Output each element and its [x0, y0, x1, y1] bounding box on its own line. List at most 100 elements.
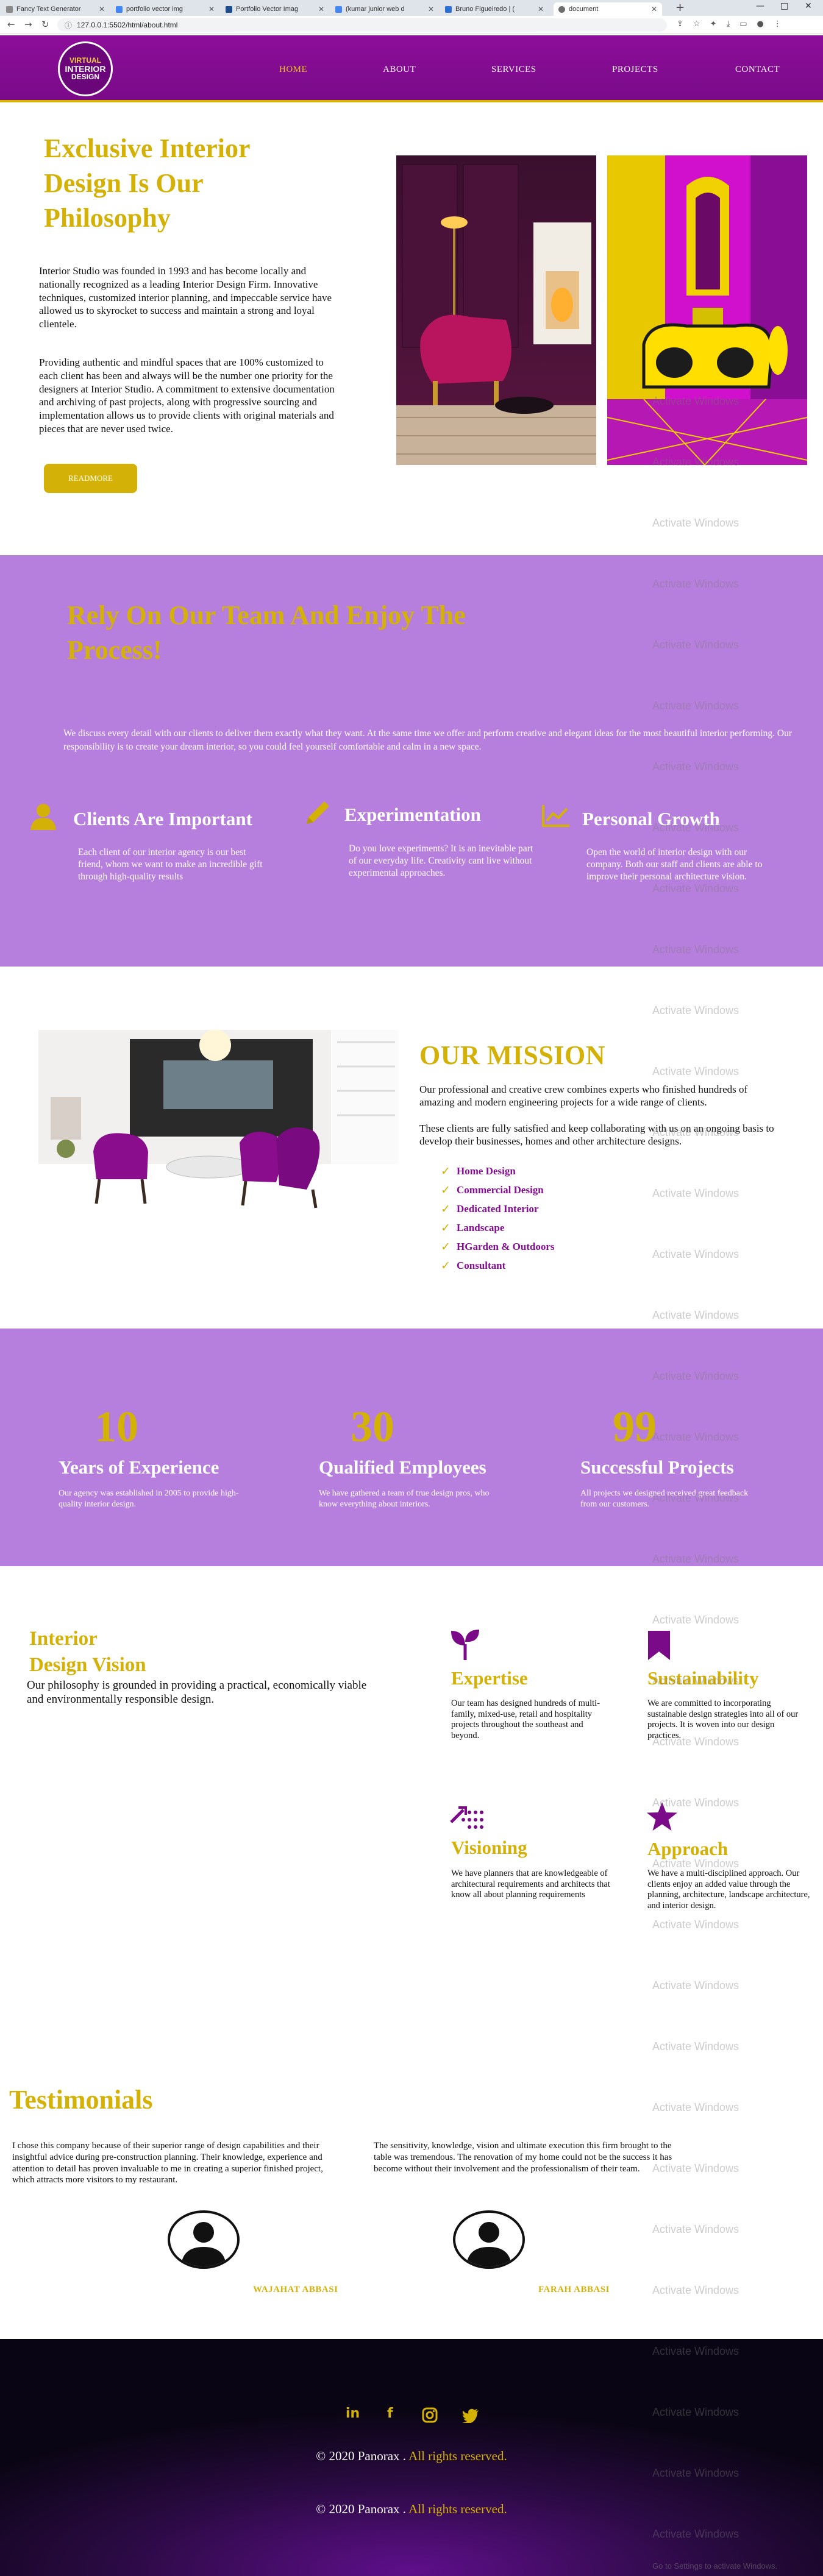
reload-icon[interactable]: ↻ — [41, 19, 49, 30]
stats-section: 10 Years of Experience Our agency was es… — [0, 1329, 823, 1566]
instagram-icon[interactable] — [422, 2407, 438, 2427]
avatar-icon — [168, 2210, 240, 2269]
activate-windows-text: Activate Windows — [652, 2101, 739, 2113]
close-tab-icon[interactable]: ✕ — [208, 5, 215, 13]
close-tab-icon[interactable]: ✕ — [651, 5, 657, 13]
browser-tab-strip: Fancy Text Generator ✕ portfolio vector i… — [0, 0, 823, 16]
feature-title: Clients Are Important — [73, 808, 252, 829]
list-item: ✓ HGarden & Outdoors — [441, 1240, 555, 1254]
nav-home[interactable]: HOME — [279, 65, 307, 75]
stat-text: We have gathered a team of true design p… — [319, 1489, 490, 1509]
google-favicon-icon — [116, 5, 123, 13]
mission-title: OUR MISSION — [419, 1040, 605, 1070]
about-title: Exclusive Interior Design Is Our Philoso… — [44, 133, 250, 233]
service-title: Expertise — [451, 1667, 528, 1689]
nav-services[interactable]: SERVICES — [491, 65, 536, 75]
close-tab-icon[interactable]: ✕ — [318, 5, 324, 13]
close-tab-icon[interactable]: ✕ — [428, 5, 434, 13]
about-paragraph-2: Providing authentic and mindful spaces t… — [39, 357, 335, 435]
activate-windows-text: Activate Windows — [652, 1675, 739, 1687]
process-description: We discuss every detail with our clients… — [63, 728, 793, 752]
activate-windows-settings: Go to Settings to activate Windows. — [652, 2561, 778, 2571]
copyright: © 2020 Panorax . All rights reserved. — [316, 2449, 507, 2463]
browser-tab[interactable]: (kumar junior web d ✕ — [330, 2, 439, 16]
profile-icon[interactable]: ● — [757, 20, 764, 29]
site-header: VIRTUAL INTERIOR DESIGN HOME ABOUT SERVI… — [0, 35, 823, 102]
stat-label: Years of Experience — [59, 1457, 219, 1478]
about-paragraph-1: Interior Studio was founded in 1993 and … — [39, 265, 332, 330]
browser-tab[interactable]: Bruno Figueiredo | (✕ — [440, 2, 549, 16]
process-title: Rely On Our Team And Enjoy The Process! — [67, 600, 466, 665]
favicon-icon — [445, 5, 452, 13]
activate-windows-text: Activate Windows — [652, 1126, 739, 1138]
nav-about[interactable]: ABOUT — [383, 65, 416, 75]
bookmark-icon — [648, 1631, 670, 1663]
check-icon: ✓ — [441, 1164, 451, 1178]
maximize-icon[interactable]: □ — [780, 1, 788, 11]
activate-windows-text: Activate Windows — [652, 1614, 739, 1626]
user-icon — [29, 802, 57, 833]
vision-title: Interior Design Vision — [29, 1628, 146, 1676]
mission-paragraph-1: Our professional and creative crew combi… — [419, 1084, 748, 1108]
close-tab-icon[interactable]: ✕ — [99, 5, 105, 13]
testimonial-text: The sensitivity, knowledge, vision and u… — [374, 2141, 672, 2174]
testimonial-text: I chose this company because of their su… — [12, 2141, 323, 2185]
activate-windows-text: Activate Windows — [652, 1979, 739, 1992]
bookmark-star-icon[interactable]: ☆ — [693, 20, 700, 29]
activate-windows-text: Activate Windows — [652, 1248, 739, 1260]
chart-icon — [541, 804, 571, 831]
pencil-icon — [302, 797, 333, 832]
browser-tab[interactable]: portfolio vector img ✕ — [111, 2, 219, 16]
menu-icon[interactable]: ⋮ — [774, 20, 782, 29]
new-tab-button[interactable]: + — [675, 1, 685, 14]
minimize-icon[interactable]: — — [756, 1, 764, 11]
activate-windows-text: Activate Windows — [652, 2162, 739, 2174]
facebook-icon[interactable]: f — [387, 2406, 393, 2421]
site-logo[interactable]: VIRTUAL INTERIOR DESIGN — [58, 41, 113, 96]
back-arrow-icon[interactable]: ← — [7, 19, 15, 30]
nav-contact[interactable]: CONTACT — [735, 65, 780, 75]
browser-tab-active[interactable]: document ✕ — [554, 2, 662, 16]
mission-list: ✓ Home Design ✓ Commercial Design ✓ Dedicat… — [441, 1162, 555, 1275]
activate-windows-text: Activate Windows — [652, 1492, 739, 1504]
activate-windows-text: Activate Windows — [652, 2223, 739, 2235]
favicon-icon — [6, 5, 13, 13]
feature-title: Experimentation — [344, 804, 481, 825]
service-text: We have planners that are knowledgeable … — [451, 1868, 610, 1900]
activate-windows-text: Activate Windows — [652, 2284, 739, 2296]
readmore-button[interactable]: READMORE — [44, 464, 137, 493]
browser-tab[interactable]: Portfolio Vector Imag ✕ — [221, 2, 329, 16]
stat-number: 10 — [94, 1402, 138, 1451]
avatar-icon — [453, 2210, 525, 2269]
activate-windows-text: Activate Windows — [652, 1187, 739, 1199]
close-window-icon[interactable]: ✕ — [805, 1, 812, 11]
favicon-icon — [226, 5, 232, 13]
activate-windows-text: Activate Windows — [652, 882, 739, 895]
close-tab-icon[interactable]: ✕ — [538, 5, 544, 13]
testimonial-name: WAJAHAT ABBASI — [253, 2285, 338, 2294]
nav-projects[interactable]: PROJECTS — [612, 65, 658, 75]
activate-windows-text: Activate Windows — [652, 517, 739, 529]
address-bar[interactable]: ⓘ 127.0.0.1:5502/html/about.html — [57, 18, 667, 32]
forward-arrow-icon[interactable]: → — [24, 19, 32, 30]
browser-tab[interactable]: Fancy Text Generator ✕ — [1, 2, 110, 16]
linkedin-icon[interactable]: in — [346, 2406, 360, 2421]
share-icon[interactable]: ⇪ — [677, 20, 683, 29]
stat-text: Our agency was established in 2005 to pr… — [59, 1489, 239, 1509]
testimonials-title: Testimonials — [9, 2085, 153, 2115]
extension-icon[interactable]: ✦ — [710, 20, 717, 29]
activate-windows-text: Activate Windows — [652, 2406, 739, 2418]
browser-toolbar: ← → ↻ ⓘ 127.0.0.1:5502/html/about.html ⇪… — [0, 16, 823, 34]
interior-photo-lounge — [396, 155, 596, 465]
twitter-icon[interactable] — [462, 2408, 479, 2427]
download-icon[interactable]: ⤓ — [726, 20, 730, 29]
activate-windows-text: Activate Windows — [652, 2345, 739, 2357]
activate-windows-text: Activate Windows — [652, 1370, 739, 1382]
activate-windows-text: Activate Windows — [652, 1918, 739, 1931]
mission-photo — [38, 1030, 398, 1212]
check-icon: ✓ — [441, 1202, 451, 1216]
sidebar-icon[interactable]: ▭ — [739, 20, 747, 29]
activate-windows-text: Activate Windows — [652, 1797, 739, 1809]
feature-text: Each client of our interior agency is ou… — [78, 847, 263, 882]
site-info-icon[interactable]: ⓘ — [65, 20, 72, 30]
